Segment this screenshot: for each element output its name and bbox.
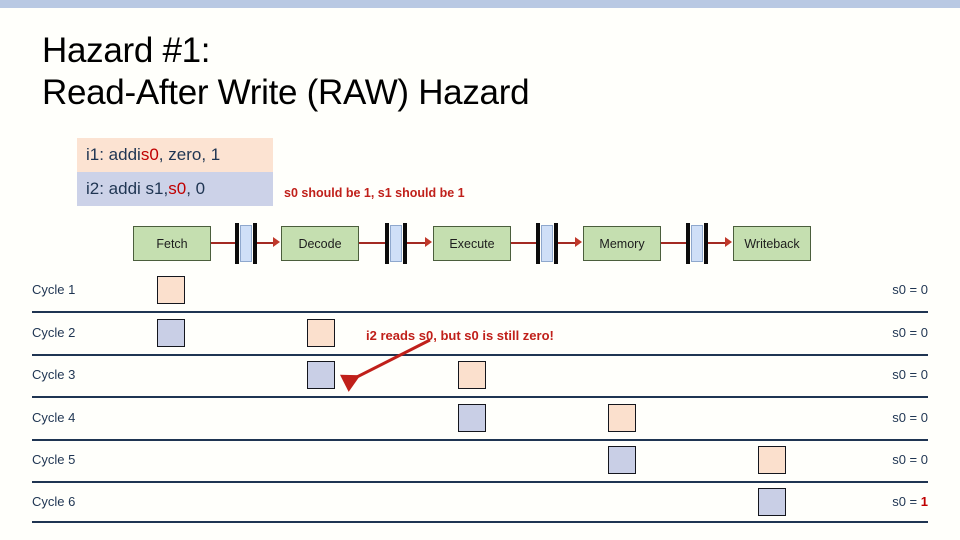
register-value-cycle-1: s0 = 0 [892, 282, 928, 297]
cycle-cell-i2-memory [608, 446, 636, 474]
cycle-cell-i1-writeback [758, 446, 786, 474]
hazard-annotation-arrow [339, 338, 431, 392]
cycle-row-divider [32, 396, 928, 398]
cycle-label-1: Cycle 1 [32, 282, 76, 297]
cycle-label-5: Cycle 5 [32, 452, 76, 467]
register-value-highlight: 1 [920, 494, 928, 509]
cycle-label-4: Cycle 4 [32, 410, 76, 425]
cycle-row-divider [32, 481, 928, 483]
cycle-row-divider [32, 354, 928, 356]
cycle-row-divider [32, 521, 928, 523]
cycle-label-3: Cycle 3 [32, 367, 76, 382]
register-value-cycle-4: s0 = 0 [892, 410, 928, 425]
cycle-cell-i1-fetch [157, 276, 185, 304]
register-value-cycle-6: s0 = 1 [892, 494, 928, 509]
cycle-cell-i1-memory [608, 404, 636, 432]
cycle-cell-i2-execute [458, 404, 486, 432]
cycle-table: Cycle 1 s0 = 0 Cycle 2 s0 = 0 Cycle 3 s0 = 0 C… [0, 0, 960, 540]
register-value-cycle-2: s0 = 0 [892, 325, 928, 340]
cycle-cell-i1-execute [458, 361, 486, 389]
register-value-cycle-5: s0 = 0 [892, 452, 928, 467]
cycle-row-divider [32, 439, 928, 441]
cycle-label-2: Cycle 2 [32, 325, 76, 340]
cycle-cell-i2-writeback [758, 488, 786, 516]
cycle-row-divider [32, 311, 928, 313]
register-value-cycle-3: s0 = 0 [892, 367, 928, 382]
cycle-cell-i2-fetch [157, 319, 185, 347]
cycle-label-6: Cycle 6 [32, 494, 76, 509]
